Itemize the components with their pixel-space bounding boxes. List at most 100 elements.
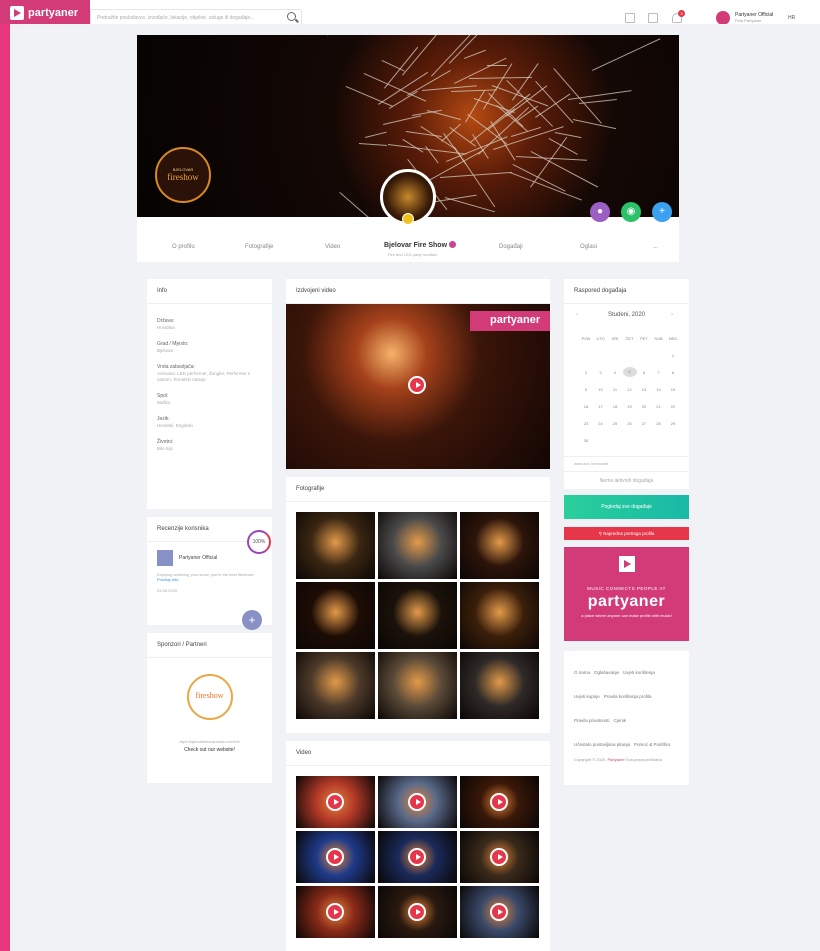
footer-link[interactable]: O nama xyxy=(574,670,590,675)
next-month-icon[interactable]: › xyxy=(671,312,673,318)
photo-thumb[interactable] xyxy=(460,512,539,579)
chat-icon[interactable] xyxy=(648,13,658,23)
calendar-day[interactable]: 13 xyxy=(637,387,651,392)
calendar-day[interactable]: 27 xyxy=(637,421,651,426)
calendar-day[interactable]: 15 xyxy=(666,387,680,392)
footer-link[interactable]: Pravila korištenja profila xyxy=(604,694,652,699)
reviewer-name[interactable]: Partyaner Official xyxy=(179,555,217,561)
play-icon[interactable] xyxy=(326,848,344,866)
sponsor-logo[interactable]: fireshow xyxy=(186,674,233,720)
info-value: Muško xyxy=(157,400,171,405)
language-select[interactable]: HR xyxy=(788,15,795,21)
notification-badge: 3 xyxy=(678,10,685,17)
calendar-day[interactable]: 19 xyxy=(623,404,637,409)
play-icon[interactable] xyxy=(326,793,344,811)
info-card: Info Država: Hrvatska Grad / Mjesto: Bjelov… xyxy=(147,279,272,509)
info-value: Hrvatski, Engleski xyxy=(157,423,193,428)
tab-oglasi[interactable]: Oglasi xyxy=(580,244,597,250)
follow-button[interactable]: ● xyxy=(590,202,610,222)
add-review-button[interactable]: + xyxy=(242,610,262,630)
spark xyxy=(454,57,507,84)
calendar-title: Raspored događaja xyxy=(564,279,689,304)
search-profiles-button[interactable]: ⚲ Napredna pretraga profila xyxy=(564,527,689,540)
brand-logo[interactable]: partyaner xyxy=(10,4,78,22)
calendar-day[interactable]: 4 xyxy=(608,370,622,375)
weekday-label: PET xyxy=(640,336,648,341)
photo-thumb[interactable] xyxy=(378,652,457,719)
calendar-day[interactable]: 2 xyxy=(579,370,593,375)
sponsor-url[interactable]: https://bjelovarfireshow.studio.com/info xyxy=(147,740,272,744)
calendar-day[interactable]: 11 xyxy=(608,387,622,392)
logo-icon xyxy=(10,6,24,20)
calendar-day[interactable]: 6 xyxy=(637,370,651,375)
tab-more[interactable]: ... xyxy=(653,244,658,250)
calendar-day[interactable]: 16 xyxy=(579,404,593,409)
photo-thumb[interactable] xyxy=(460,652,539,719)
footer-link[interactable]: Uvjeti kupnje xyxy=(574,694,600,699)
footer-link[interactable]: Pravila privatnosti xyxy=(574,718,610,723)
calendar-day[interactable]: 21 xyxy=(652,404,666,409)
spark xyxy=(592,38,661,71)
info-row: Životni: Bilo koji xyxy=(147,435,272,458)
calendar-day[interactable]: 9 xyxy=(579,387,593,392)
calendar-day[interactable]: 29 xyxy=(666,421,680,426)
sponsor-cta[interactable]: Check out our website! xyxy=(147,747,272,753)
avatar xyxy=(716,11,730,25)
calendar-day[interactable]: 25 xyxy=(608,421,622,426)
footer-link[interactable]: Uvjeti korištenja xyxy=(623,670,655,675)
weekday-label: ČET xyxy=(625,336,634,341)
play-icon[interactable] xyxy=(408,848,426,866)
play-icon[interactable] xyxy=(408,903,426,921)
calendar-day[interactable]: 20 xyxy=(637,404,651,409)
footer-link[interactable]: Učestalo postavljana pitanja xyxy=(574,742,630,747)
review-text: Enjoying watching your show, you're the … xyxy=(157,572,254,577)
grid-icon[interactable] xyxy=(625,13,635,23)
user-menu[interactable]: Partyaner Official Pola Partyaner xyxy=(716,11,773,25)
prev-month-icon[interactable]: ‹ xyxy=(576,312,578,318)
promo-top: MUSIC CONNECTS PEOPLE AT xyxy=(587,586,666,591)
play-icon[interactable] xyxy=(408,793,426,811)
search-input[interactable]: Pretražite poslodavce, izvođače, lokacij… xyxy=(90,9,302,25)
calendar-day[interactable]: 3 xyxy=(594,370,608,375)
photo-thumb[interactable] xyxy=(378,512,457,579)
tab-o-profilu[interactable]: O profilu xyxy=(172,244,195,250)
all-events-button[interactable]: Pogledaj sve događaje xyxy=(564,495,689,519)
tab-video[interactable]: Video xyxy=(325,244,340,250)
play-icon[interactable] xyxy=(326,903,344,921)
calendar-day[interactable]: 30 xyxy=(579,438,593,443)
calendar-day[interactable]: 23 xyxy=(579,421,593,426)
calendar-link[interactable]: www.zzz.hr/novosti xyxy=(564,456,689,470)
footer-link[interactable]: Cjenik xyxy=(614,718,627,723)
search-icon[interactable] xyxy=(287,12,296,21)
calendar-day[interactable]: 17 xyxy=(594,404,608,409)
rss-button[interactable]: ◉ xyxy=(621,202,641,222)
photo-thumb[interactable] xyxy=(296,512,375,579)
calendar-day[interactable]: 26 xyxy=(623,421,637,426)
promo-banner[interactable]: MUSIC CONNECTS PEOPLE AT partyaner a pla… xyxy=(564,547,689,641)
calendar-day[interactable]: 5 xyxy=(622,367,637,377)
spark xyxy=(426,110,461,121)
footer-link[interactable]: Pomoć & Podrška xyxy=(634,742,670,747)
play-icon[interactable] xyxy=(490,848,508,866)
calendar-day[interactable]: 22 xyxy=(666,404,680,409)
calendar-day[interactable]: 14 xyxy=(652,387,666,392)
photo-thumb[interactable] xyxy=(296,582,375,649)
add-button[interactable]: + xyxy=(652,202,672,222)
calendar-day[interactable]: 8 xyxy=(666,370,680,375)
photo-thumb[interactable] xyxy=(460,582,539,649)
calendar-day[interactable]: 7 xyxy=(652,370,666,375)
photo-thumb[interactable] xyxy=(378,582,457,649)
calendar-day[interactable]: 24 xyxy=(594,421,608,426)
photo-thumb[interactable] xyxy=(296,652,375,719)
play-icon[interactable] xyxy=(490,903,508,921)
calendar-day[interactable]: 1 xyxy=(666,353,680,358)
calendar-day[interactable]: 28 xyxy=(652,421,666,426)
play-icon[interactable] xyxy=(490,793,508,811)
tab-dogadaji[interactable]: Događaji xyxy=(499,244,523,250)
footer-link[interactable]: Oglašavanje xyxy=(594,670,619,675)
calendar-day[interactable]: 12 xyxy=(623,387,637,392)
tab-fotografije[interactable]: Fotografije xyxy=(245,244,273,250)
calendar-day[interactable]: 18 xyxy=(608,404,622,409)
play-icon[interactable] xyxy=(408,376,426,394)
calendar-day[interactable]: 10 xyxy=(594,387,608,392)
